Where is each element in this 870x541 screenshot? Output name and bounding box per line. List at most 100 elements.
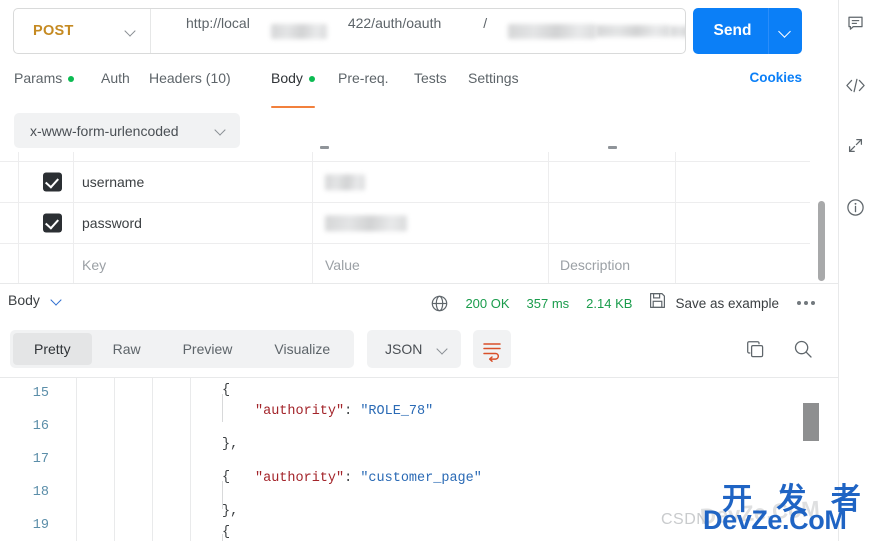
row-description-placeholder[interactable]: Description <box>560 257 630 273</box>
copy-icon <box>747 340 764 357</box>
send-button[interactable]: Send <box>693 8 802 54</box>
chevron-down-icon <box>215 125 226 136</box>
row-enable-checkbox[interactable] <box>43 213 62 233</box>
copy-button[interactable] <box>746 340 765 359</box>
response-body-selector[interactable]: Body <box>8 292 62 308</box>
chevron-down-icon <box>437 344 448 355</box>
comment-button[interactable] <box>839 8 870 38</box>
save-icon <box>649 292 666 314</box>
tab-label: Preview <box>182 341 233 357</box>
response-scrollbar-thumb[interactable] <box>803 403 819 441</box>
body-type-label: x-www-form-urlencoded <box>30 122 179 139</box>
body-type-selector[interactable]: x-www-form-urlencoded <box>14 113 240 148</box>
code-token: }, <box>222 436 239 452</box>
tab-visualize[interactable]: Visualize <box>253 333 351 365</box>
value-redaction <box>325 174 365 191</box>
http-method-selector[interactable]: POST <box>14 9 151 53</box>
url-redaction-1 <box>270 23 327 39</box>
indent-guide <box>222 534 223 541</box>
code-token: : <box>344 403 361 419</box>
active-tab-underline <box>271 105 315 108</box>
tab-body[interactable]: Body <box>271 70 315 108</box>
scrollbar-thumb[interactable] <box>818 201 825 281</box>
url-input[interactable]: http://local 422/auth/oauth / … <box>151 9 685 53</box>
code-token: "ROLE_78" <box>360 403 434 419</box>
response-body-code[interactable]: 15 16 17 18 19 20 { "authority": "ROLE_7… <box>0 378 838 541</box>
unsaved-dot-icon <box>68 76 75 82</box>
line-number: 19 <box>32 518 49 533</box>
tab-pretty[interactable]: Pretty <box>13 333 92 365</box>
row-key-placeholder[interactable]: Key <box>82 257 106 273</box>
tab-auth[interactable]: Auth <box>101 70 130 103</box>
tab-headers[interactable]: Headers (10) <box>149 70 231 103</box>
send-button-label: Send <box>713 22 752 39</box>
line-number: 15 <box>32 386 49 401</box>
tab-pre-request[interactable]: Pre-req. <box>338 70 389 103</box>
send-options-chevron-down-icon[interactable] <box>769 8 802 54</box>
indent-guide <box>114 378 115 541</box>
table-row[interactable]: username <box>0 162 810 203</box>
code-token: "customer_page" <box>360 470 482 486</box>
code-icon <box>845 78 865 92</box>
http-method-label: POST <box>33 23 74 39</box>
row-key[interactable]: password <box>82 215 142 231</box>
tab-label: Headers (10) <box>149 70 231 86</box>
url-redaction-3 <box>596 25 671 37</box>
url-mid: 422/auth/oauth <box>347 15 442 31</box>
code-token: : <box>344 470 361 486</box>
request-table-scrollbar[interactable] <box>818 153 825 283</box>
row-key[interactable]: username <box>82 174 144 190</box>
search-button[interactable] <box>793 339 813 359</box>
row-partial-mark <box>608 146 617 149</box>
response-format-label: JSON <box>385 341 423 357</box>
response-meta-bar: Body 200 OK 357 ms 2.14 KB Save as examp… <box>0 284 838 321</box>
method-url-container: POST http://local 422/auth/oauth / … <box>13 8 686 54</box>
value-redaction <box>325 215 407 232</box>
cookies-link[interactable]: Cookies <box>749 70 802 85</box>
indent-guide <box>76 378 77 541</box>
row-enable-checkbox[interactable] <box>43 172 62 192</box>
tab-label: Params <box>14 70 63 86</box>
code-line: }, <box>222 427 238 461</box>
table-row-placeholder[interactable]: Key Value Description <box>0 244 810 285</box>
save-as-example-label: Save as example <box>675 295 779 311</box>
indent-guide <box>222 394 223 422</box>
tab-raw[interactable]: Raw <box>92 333 162 365</box>
word-wrap-toggle-button[interactable] <box>473 330 511 368</box>
tab-label: Visualize <box>274 341 331 357</box>
response-more-options-button[interactable] <box>797 301 815 305</box>
response-view-segmented-control: Pretty Raw Preview Visualize <box>10 330 355 368</box>
url-bar-row: POST http://local 422/auth/oauth / … <box>0 0 838 62</box>
code-snippet-button[interactable] <box>839 70 870 100</box>
tab-params[interactable]: Params <box>14 70 75 103</box>
url-text: http://local 422/auth/oauth / … <box>165 15 685 47</box>
code-token: { <box>222 469 231 485</box>
row-partial-mark <box>320 146 329 149</box>
tab-label: Auth <box>101 70 130 86</box>
expand-icon <box>848 138 862 152</box>
row-value[interactable] <box>325 214 407 232</box>
response-action-icons <box>746 330 813 368</box>
code-line: "authority": "customer_page" <box>255 461 482 495</box>
tab-label: Tests <box>414 70 447 86</box>
word-wrap-icon <box>483 343 501 362</box>
tab-label: Pretty <box>34 341 71 357</box>
code-line: { <box>222 460 230 494</box>
tab-preview[interactable]: Preview <box>162 333 254 365</box>
response-format-selector[interactable]: JSON <box>367 330 461 368</box>
tab-label: Body <box>271 70 303 86</box>
row-value-placeholder[interactable]: Value <box>325 257 360 273</box>
code-line-clipped: "authority": "irty_account_batchDelete" <box>255 533 571 541</box>
response-view-tab-bar: Pretty Raw Preview Visualize JSON <box>0 326 838 376</box>
expand-pane-button[interactable] <box>839 130 870 160</box>
form-data-table: username password Key Value Description <box>0 146 810 285</box>
code-token: "authority" <box>255 403 345 419</box>
tab-tests[interactable]: Tests <box>414 70 447 103</box>
right-icon-rail <box>838 0 870 541</box>
info-button[interactable] <box>839 192 870 222</box>
row-value[interactable] <box>325 173 365 191</box>
response-size: 2.14 KB <box>586 295 633 311</box>
tab-settings[interactable]: Settings <box>468 70 519 103</box>
table-row[interactable]: password <box>0 203 810 244</box>
save-as-example-button[interactable]: Save as example <box>649 292 779 314</box>
